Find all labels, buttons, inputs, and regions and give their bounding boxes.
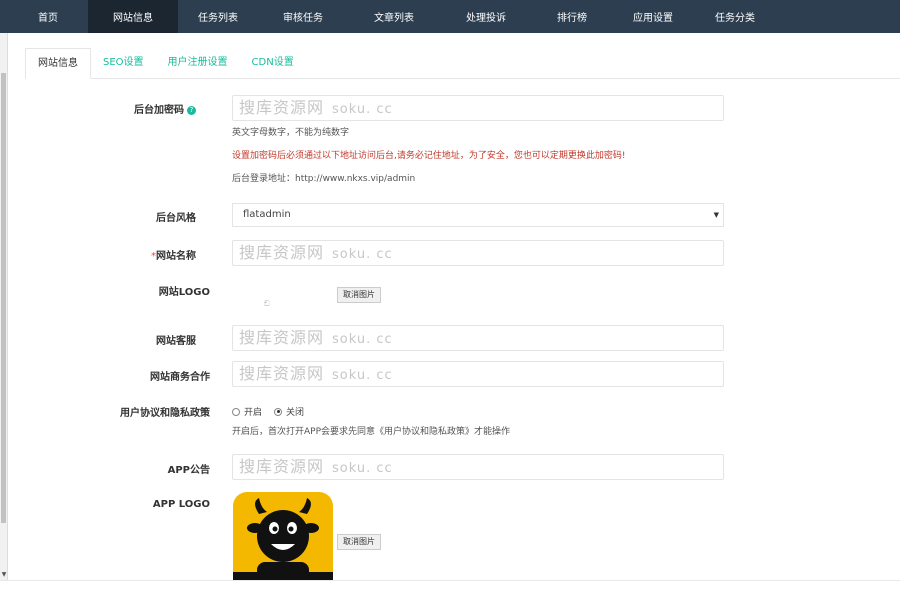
settings-tabs: 网站信息 SEO设置 用户注册设置 CDN设置 xyxy=(25,48,900,79)
watermark-en: soku. cc xyxy=(332,332,393,347)
tab-site-info[interactable]: 网站信息 xyxy=(25,48,91,79)
caret-down-icon: ▼ xyxy=(713,211,719,219)
agreement-radio-group: 开启 关闭 xyxy=(232,405,316,418)
nav-item-task-category[interactable]: 任务分类 xyxy=(694,0,776,33)
arrow-down-icon[interactable]: ▼ xyxy=(0,570,8,580)
agreement-label: 用户协议和隐私政策 xyxy=(120,408,210,419)
business-label: 网站商务合作 xyxy=(150,372,210,383)
tab-user-register[interactable]: 用户注册设置 xyxy=(156,48,240,79)
site-logo-preview: ඞ xyxy=(264,299,270,308)
customer-service-input[interactable]: 搜库资源网 soku. cc xyxy=(232,325,724,351)
vertical-scrollbar[interactable]: ▼ xyxy=(0,33,8,580)
agreement-hint: 开启后，首次打开APP会要求先同意《用户协议和隐私政策》才能操作 xyxy=(232,427,511,437)
site-logo-remove-button[interactable]: 取消图片 xyxy=(337,287,381,303)
admin-code-hint: 英文字母数字，不能为纯数字 xyxy=(232,128,350,138)
nav-item-app-settings[interactable]: 应用设置 xyxy=(612,0,694,33)
scrollbar-thumb[interactable] xyxy=(1,73,6,523)
app-logo-label: APP LOGO xyxy=(152,499,210,510)
app-notice-label: APP公告 xyxy=(167,465,210,476)
admin-code-input[interactable]: 搜库资源网 soku. cc xyxy=(232,95,724,121)
watermark-en: soku. cc xyxy=(332,102,393,117)
watermark-cn: 搜库资源网 xyxy=(239,328,325,347)
question-circle-icon[interactable]: ? xyxy=(187,106,196,115)
customer-service-label: 网站客服 xyxy=(156,336,196,347)
nav-item-complaints[interactable]: 处理投诉 xyxy=(440,0,532,33)
admin-code-warning: 设置加密码后必须通过以下地址访问后台,请务必记住地址，为了安全，您也可以定期更换… xyxy=(232,151,626,161)
watermark-cn: 搜库资源网 xyxy=(239,98,325,117)
app-logo-remove-button[interactable]: 取消图片 xyxy=(337,534,381,550)
nav-item-ranking[interactable]: 排行榜 xyxy=(532,0,612,33)
business-input[interactable]: 搜库资源网 soku. cc xyxy=(232,361,724,387)
nav-item-task-list[interactable]: 任务列表 xyxy=(178,0,258,33)
nav-item-site-info[interactable]: 网站信息 xyxy=(88,0,178,33)
site-logo-label: 网站LOGO xyxy=(158,287,210,298)
top-navbar: 首页 网站信息 任务列表 审核任务 文章列表 处理投诉 排行榜 应用设置 任务分… xyxy=(0,0,900,33)
watermark-en: soku. cc xyxy=(332,368,393,383)
site-name-label: *网站名称 xyxy=(151,251,196,262)
site-name-input[interactable]: 搜库资源网 soku. cc xyxy=(232,240,724,266)
watermark-en: soku. cc xyxy=(332,247,393,262)
watermark-cn: 搜库资源网 xyxy=(239,457,325,476)
nav-item-home[interactable]: 首页 xyxy=(8,0,88,33)
nav-item-article-list[interactable]: 文章列表 xyxy=(348,0,440,33)
bottom-edge xyxy=(0,580,900,600)
agreement-radio-off[interactable] xyxy=(274,407,283,416)
admin-login-url: 后台登录地址：http://www.nkxs.vip/admin xyxy=(232,174,416,184)
watermark-cn: 搜库资源网 xyxy=(239,364,325,383)
app-notice-input[interactable]: 搜库资源网 soku. cc xyxy=(232,454,724,480)
admin-code-label: 后台加密码? xyxy=(56,101,196,116)
agreement-radio-on-label[interactable]: 开启 xyxy=(244,405,262,418)
theme-select-value: flatadmin xyxy=(243,209,291,220)
agreement-radio-off-label[interactable]: 关闭 xyxy=(286,405,304,418)
cow-mascot-icon xyxy=(233,498,333,582)
app-logo-image xyxy=(233,492,333,582)
watermark-en: soku. cc xyxy=(332,461,393,476)
theme-label: 后台风格 xyxy=(156,213,196,224)
tab-cdn[interactable]: CDN设置 xyxy=(240,48,306,79)
watermark-cn: 搜库资源网 xyxy=(239,243,325,262)
theme-select[interactable]: flatadmin ▼ xyxy=(232,203,724,227)
agreement-radio-on[interactable] xyxy=(232,407,240,416)
tab-seo[interactable]: SEO设置 xyxy=(91,48,156,79)
nav-item-review-task[interactable]: 审核任务 xyxy=(258,0,348,33)
